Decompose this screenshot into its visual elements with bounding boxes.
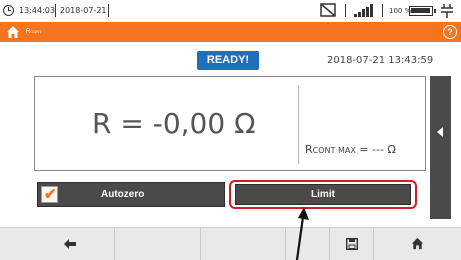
bottom-nav — [0, 227, 461, 260]
result-divider — [298, 85, 299, 164]
home-icon[interactable] — [6, 25, 20, 39]
plug-icon — [441, 4, 453, 18]
screen-icon — [320, 3, 336, 17]
autozero-checkbox[interactable]: ✔ — [41, 186, 58, 203]
status-divider — [55, 4, 56, 17]
limit-readout: RCONT MAX = --- Ω — [305, 143, 396, 156]
status-bar: 13:44:03 2018-07-21 100 % — [0, 0, 461, 22]
status-divider — [382, 4, 383, 17]
nav-empty-1[interactable] — [115, 228, 201, 260]
main-result: R = -0,00 Ω — [92, 107, 256, 140]
side-panel-tab[interactable] — [430, 76, 451, 219]
limit-subscript: CONT MAX — [312, 146, 356, 155]
battery-icon — [409, 6, 436, 16]
limit-symbol: R — [305, 143, 313, 156]
save-icon — [346, 238, 358, 250]
back-arrow-icon — [64, 239, 76, 249]
status-time: 13:44:03 — [19, 6, 55, 15]
nav-save[interactable] — [330, 228, 374, 260]
nav-home[interactable] — [374, 228, 461, 260]
autozero-toggle[interactable]: ✔ Autozero — [37, 182, 225, 207]
status-date: 2018-07-21 — [60, 6, 107, 15]
autozero-label: Autozero — [101, 189, 145, 200]
result-panel: R = -0,00 Ω RCONT MAX = --- Ω — [34, 76, 426, 171]
pointer-arrow-icon — [295, 207, 309, 260]
page-title: RCONT — [26, 29, 42, 35]
signal-icon — [354, 4, 376, 17]
status-badge: READY! — [197, 51, 259, 70]
measurement-timestamp: 2018-07-21 13:43:59 — [327, 55, 434, 66]
battery-percent: 100 % — [389, 7, 412, 15]
clock-icon — [3, 5, 14, 16]
home-icon — [411, 237, 424, 250]
nav-back[interactable] — [0, 228, 115, 260]
title-sub: CONT — [30, 29, 42, 34]
controls-row: ✔ Autozero Limit — [34, 180, 417, 209]
status-divider — [108, 4, 109, 17]
limit-highlight: Limit — [229, 180, 417, 209]
limit-value: = --- Ω — [355, 143, 396, 156]
status-divider — [345, 4, 346, 17]
arrow-left-icon — [437, 127, 443, 137]
title-bar: RCONT ? — [0, 22, 461, 42]
limit-button[interactable]: Limit — [235, 184, 411, 205]
checkmark-icon: ✔ — [44, 186, 57, 203]
help-icon[interactable]: ? — [443, 25, 457, 39]
nav-empty-2[interactable] — [201, 228, 286, 260]
